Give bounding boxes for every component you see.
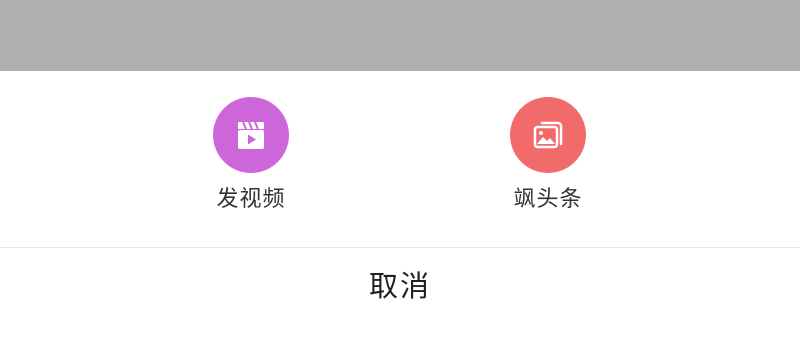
background-scrim[interactable] <box>0 0 800 71</box>
post-video-icon-circle <box>213 97 289 173</box>
post-video-label: 发视频 <box>216 187 286 212</box>
cancel-button[interactable]: 取消 <box>0 248 800 349</box>
video-clapper-icon <box>238 121 264 149</box>
post-headline-icon-circle <box>510 97 586 173</box>
post-headline-button[interactable]: 飒头条 <box>468 97 628 217</box>
share-action-sheet: 发视频 飒头条 取消 <box>0 71 800 349</box>
post-video-button[interactable]: 发视频 <box>171 97 331 217</box>
photo-stack-icon <box>533 121 563 149</box>
post-headline-label: 飒头条 <box>513 187 583 212</box>
cancel-label: 取消 <box>368 269 431 303</box>
